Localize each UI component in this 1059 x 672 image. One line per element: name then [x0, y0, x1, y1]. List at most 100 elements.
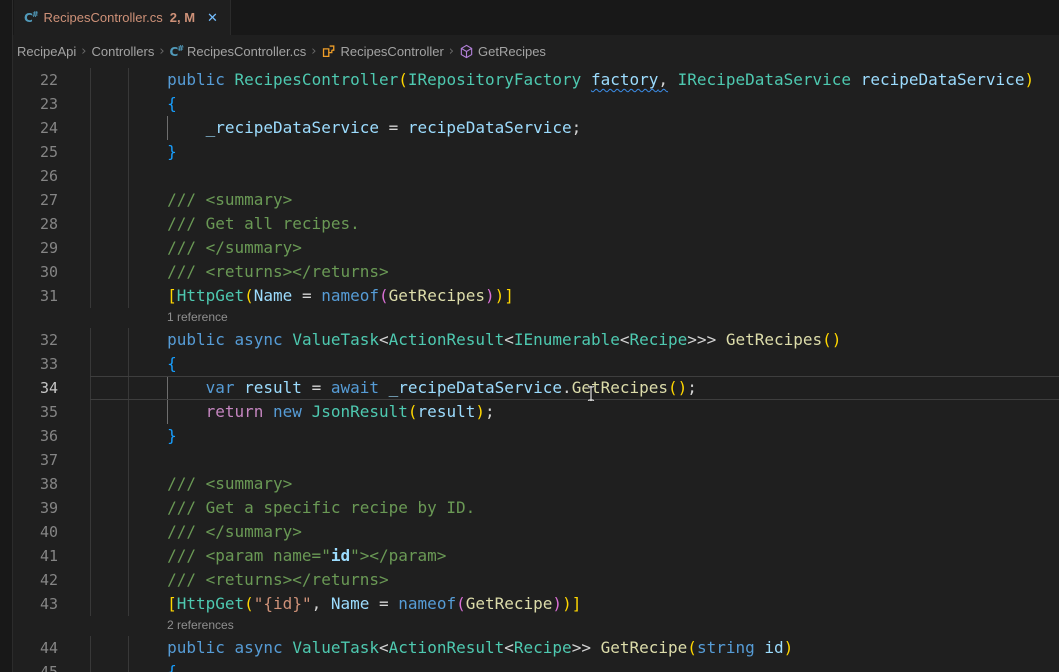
code-row-35: 35 return new JsonResult(result); [0, 400, 1059, 424]
line-number-41[interactable]: 41 [14, 544, 90, 568]
line-number-39[interactable]: 39 [14, 496, 90, 520]
line-number-38[interactable]: 38 [14, 472, 90, 496]
code-line-38[interactable]: /// <summary> [90, 472, 1059, 496]
line-number-28[interactable]: 28 [14, 212, 90, 236]
tab-recipescontroller[interactable]: C# RecipesController.cs 2, M ✕ [14, 0, 231, 35]
indent-guide [128, 164, 129, 188]
code-line-34[interactable]: var result = await _recipeDataService.Ge… [90, 376, 1059, 400]
code-line-23[interactable]: { [90, 92, 1059, 116]
code-line-27[interactable]: /// <summary> [90, 188, 1059, 212]
line-number-35[interactable]: 35 [14, 400, 90, 424]
line-number-25[interactable]: 25 [14, 140, 90, 164]
indent-guide [128, 520, 129, 544]
breadcrumb-label: RecipesController.cs [187, 44, 306, 59]
code-row-38: 38 /// <summary> [0, 472, 1059, 496]
indent-guide [128, 212, 129, 236]
indent-guide [90, 660, 91, 672]
code-row-29: 29 /// </summary> [0, 236, 1059, 260]
breadcrumb-separator: › [449, 44, 454, 59]
line-number-24[interactable]: 24 [14, 116, 90, 140]
code-line-35[interactable]: return new JsonResult(result); [90, 400, 1059, 424]
code-row-45: 45 { [0, 660, 1059, 672]
indent-guide [128, 260, 129, 284]
line-number-34[interactable]: 34 [14, 376, 90, 400]
line-number-42[interactable]: 42 [14, 568, 90, 592]
indent-guide [128, 424, 129, 448]
indent-guide [128, 636, 129, 660]
breadcrumb-item-recipeapi[interactable]: RecipeApi [17, 44, 76, 59]
code-line-31[interactable]: [HttpGet(Name = nameof(GetRecipes))] [90, 284, 1059, 308]
indent-guide [128, 92, 129, 116]
breadcrumb-item-controllers[interactable]: Controllers [91, 44, 154, 59]
line-number-27[interactable]: 27 [14, 188, 90, 212]
vscode-window: C# RecipesController.cs 2, M ✕ RecipeApi… [0, 0, 1059, 672]
indent-guide [167, 116, 168, 140]
code-line-42[interactable]: /// <returns></returns> [90, 568, 1059, 592]
code-line-32[interactable]: public async ValueTask<ActionResult<IEnu… [90, 328, 1059, 352]
code-line-26[interactable] [90, 164, 1059, 188]
code-row-30: 30 /// <returns></returns> [0, 260, 1059, 284]
line-number-45[interactable]: 45 [14, 660, 90, 672]
indent-guide [90, 164, 91, 188]
code-line-41[interactable]: /// <param name="id"></param> [90, 544, 1059, 568]
code-row-25: 25 } [0, 140, 1059, 164]
code-line-44[interactable]: public async ValueTask<ActionResult<Reci… [90, 636, 1059, 660]
code-line-43[interactable]: [HttpGet("{id}", Name = nameof(GetRecipe… [90, 592, 1059, 616]
indent-guide [90, 592, 91, 616]
code-row-33: 33 { [0, 352, 1059, 376]
code-line-33[interactable]: { [90, 352, 1059, 376]
indent-guide [128, 544, 129, 568]
code-line-29[interactable]: /// </summary> [90, 236, 1059, 260]
indent-guide [90, 116, 91, 140]
close-icon[interactable]: ✕ [207, 10, 218, 26]
line-number-31[interactable]: 31 [14, 284, 90, 308]
indent-guide [128, 284, 129, 308]
indent-guide [90, 68, 91, 92]
line-number-32[interactable]: 32 [14, 328, 90, 352]
code-line-22[interactable]: public RecipesController(IRepositoryFact… [90, 68, 1059, 92]
line-number-36[interactable]: 36 [14, 424, 90, 448]
indent-guide [128, 592, 129, 616]
line-number-29[interactable]: 29 [14, 236, 90, 260]
code-line-45[interactable]: { [90, 660, 1059, 672]
codelens-2-references[interactable]: 2 references [90, 616, 234, 636]
code-line-30[interactable]: /// <returns></returns> [90, 260, 1059, 284]
line-number-33[interactable]: 33 [14, 352, 90, 376]
code-line-40[interactable]: /// </summary> [90, 520, 1059, 544]
indent-guide [90, 260, 91, 284]
class-symbol-icon [321, 44, 336, 59]
codelens-1-reference[interactable]: 1 reference [90, 308, 228, 328]
code-line-24[interactable]: _recipeDataService = recipeDataService; [90, 116, 1059, 140]
method-symbol-icon [459, 44, 474, 59]
line-number-40[interactable]: 40 [14, 520, 90, 544]
code-line-28[interactable]: /// Get all recipes. [90, 212, 1059, 236]
indent-guide [90, 400, 91, 424]
code-line-25[interactable]: } [90, 140, 1059, 164]
code-row-43: 43 [HttpGet("{id}", Name = nameof(GetRec… [0, 592, 1059, 616]
code-line-37[interactable] [90, 448, 1059, 472]
indent-guide [128, 568, 129, 592]
line-number-43[interactable]: 43 [14, 592, 90, 616]
indent-guide [128, 472, 129, 496]
line-number-26[interactable]: 26 [14, 164, 90, 188]
line-number-22[interactable]: 22 [14, 68, 90, 92]
code-line-39[interactable]: /// Get a specific recipe by ID. [90, 496, 1059, 520]
code-line-36[interactable]: } [90, 424, 1059, 448]
breadcrumb-item-recipescontroller-cs[interactable]: C#RecipesController.cs [170, 44, 307, 59]
code-editor[interactable]: 22 public RecipesController(IRepositoryF… [0, 68, 1059, 672]
breadcrumb-item-getrecipes[interactable]: GetRecipes [459, 44, 546, 59]
breadcrumb-label: GetRecipes [478, 44, 546, 59]
codelens-gutter [14, 616, 90, 636]
line-number-23[interactable]: 23 [14, 92, 90, 116]
indent-guide [90, 520, 91, 544]
breadcrumb-item-recipescontroller[interactable]: RecipesController [321, 44, 443, 59]
line-number-44[interactable]: 44 [14, 636, 90, 660]
tab-problems-modified-badge: 2, M [170, 10, 195, 25]
indent-guide [90, 140, 91, 164]
line-number-30[interactable]: 30 [14, 260, 90, 284]
line-number-37[interactable]: 37 [14, 448, 90, 472]
indent-guide [128, 496, 129, 520]
indent-guide [128, 377, 129, 399]
indent-guide [167, 377, 168, 399]
code-row-42: 42 /// <returns></returns> [0, 568, 1059, 592]
